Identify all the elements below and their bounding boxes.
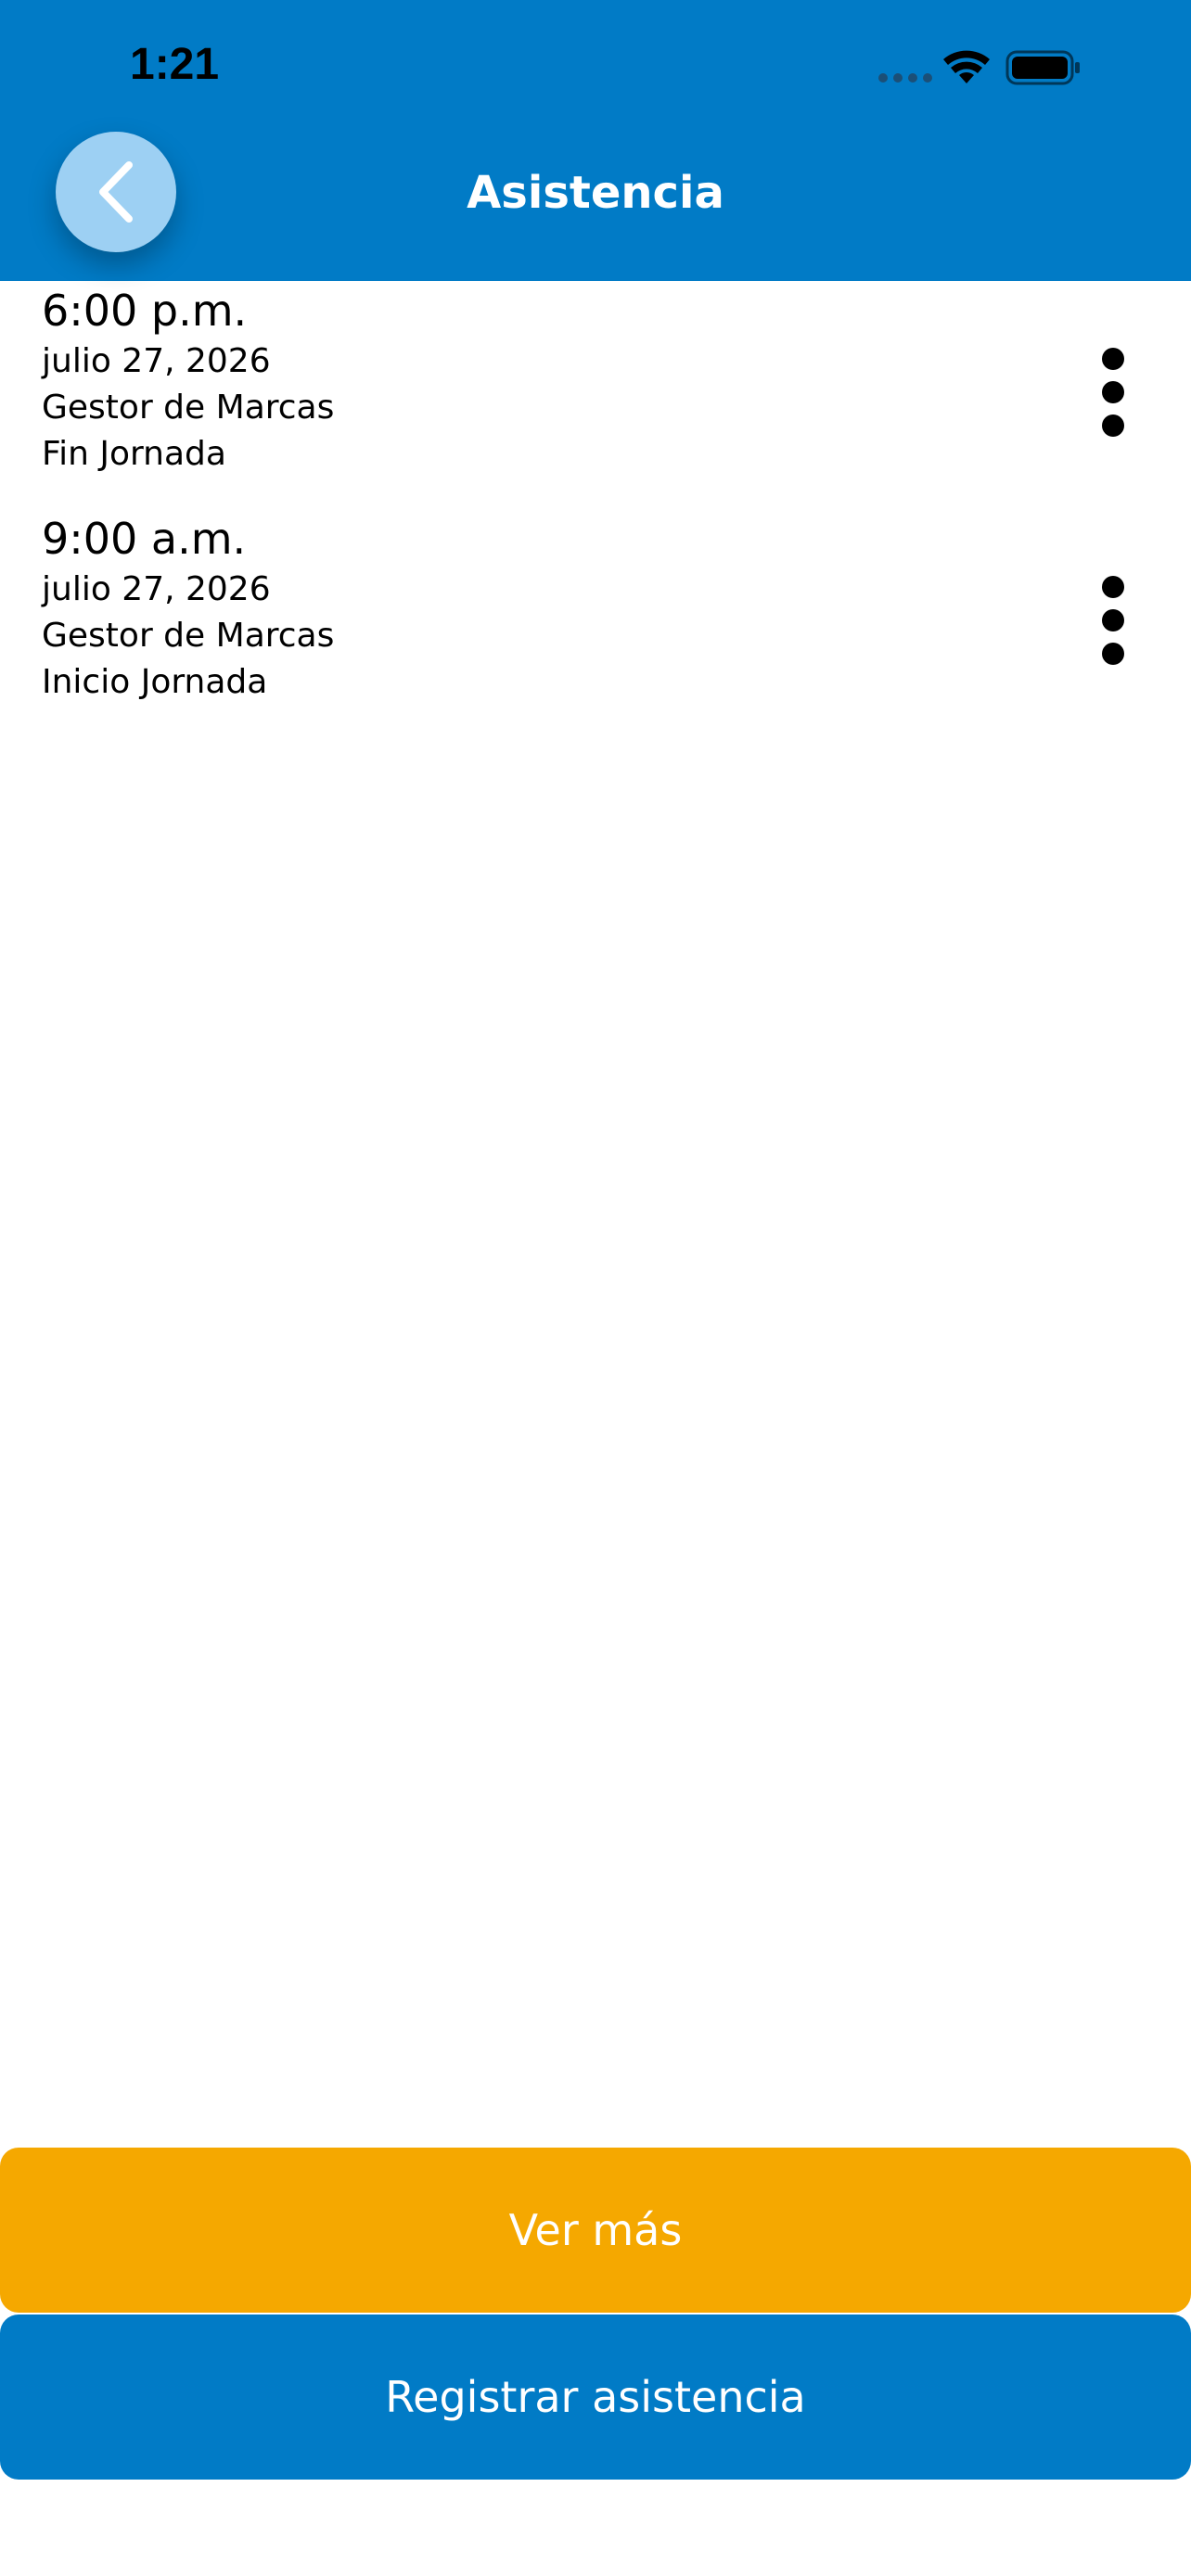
status-icons	[874, 41, 1115, 93]
record-type: Inicio Jornada	[42, 663, 268, 701]
see-more-button[interactable]: Ver más	[0, 2148, 1191, 2313]
page-title: Asistencia	[467, 167, 724, 219]
record-time: 9:00 a.m.	[42, 514, 247, 564]
record-source: Gestor de Marcas	[42, 389, 335, 427]
list-item: 6:00 p.m. julio 27, 2026 Gestor de Marca…	[0, 281, 1191, 509]
more-vertical-icon	[1102, 348, 1124, 437]
more-vertical-icon	[1102, 576, 1124, 665]
wifi-icon	[943, 50, 990, 83]
attendance-list: 6:00 p.m. julio 27, 2026 Gestor de Marca…	[0, 281, 1191, 737]
register-attendance-button[interactable]: Registrar asistencia	[0, 2315, 1191, 2480]
record-type: Fin Jornada	[42, 435, 226, 473]
record-source: Gestor de Marcas	[42, 617, 335, 655]
more-options-button[interactable]	[1095, 346, 1132, 442]
record-date: julio 27, 2026	[42, 342, 271, 380]
more-options-button[interactable]	[1095, 574, 1132, 670]
record-date: julio 27, 2026	[42, 570, 271, 608]
list-item: 9:00 a.m. julio 27, 2026 Gestor de Marca…	[0, 509, 1191, 737]
cellular-signal-icon	[878, 73, 932, 83]
record-time: 6:00 p.m.	[42, 286, 248, 336]
app-header: 1:21 Asistencia	[0, 0, 1191, 281]
battery-icon	[1005, 50, 1080, 85]
status-time: 1:21	[130, 40, 220, 89]
